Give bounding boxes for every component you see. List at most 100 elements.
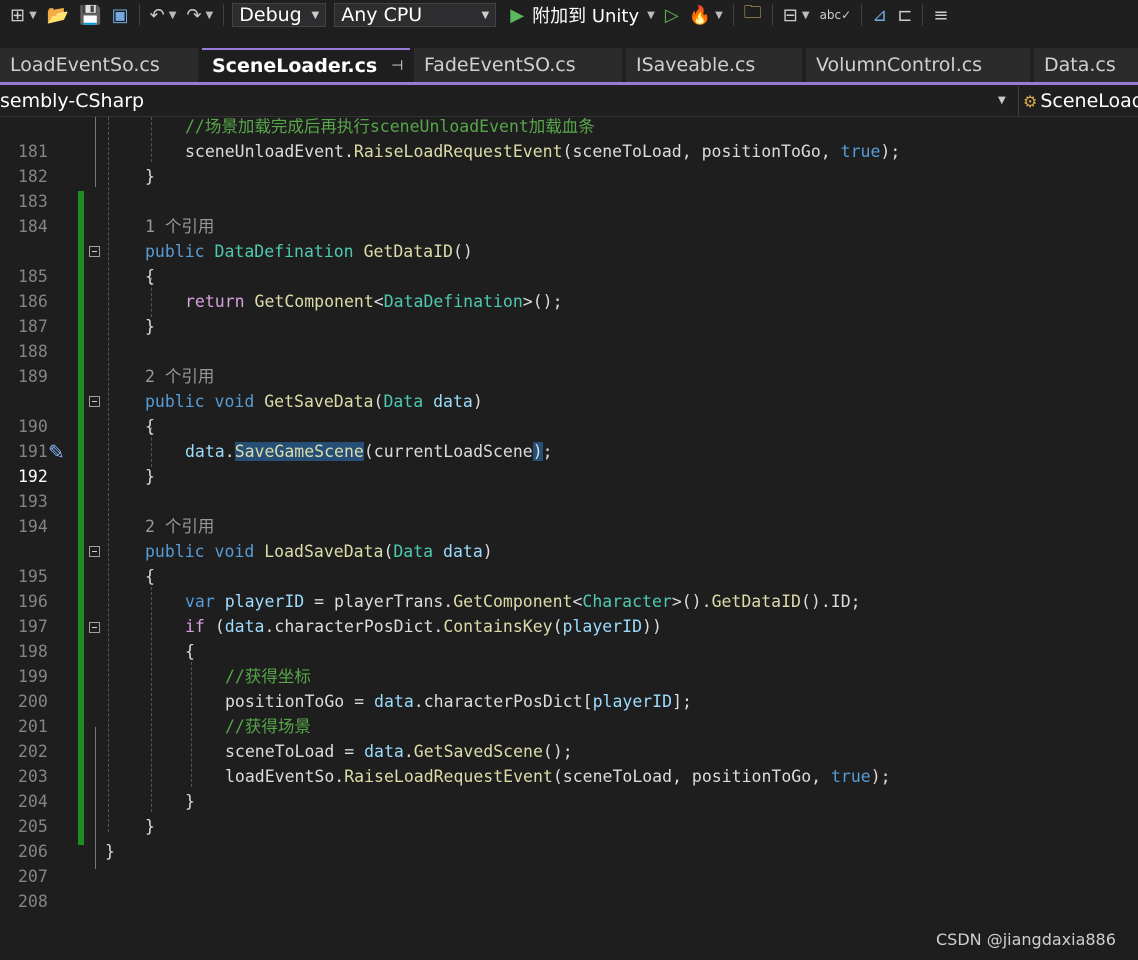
comment: //场景加载完成后再执行sceneUnloadEvent加载血条 bbox=[185, 117, 595, 136]
chevron-down-icon: ▼ bbox=[311, 9, 320, 21]
code-line[interactable]: 194 bbox=[0, 489, 1138, 536]
overflow-icon[interactable]: ≡ bbox=[933, 5, 948, 26]
code-line[interactable]: 190 public void GetSaveData(Data data) bbox=[0, 389, 1138, 436]
code-text: } bbox=[145, 317, 155, 336]
code-line[interactable]: 196 { bbox=[0, 564, 1138, 611]
main-toolbar: ⊞ ▼ 📂 💾 ▣ ↶ ▼ ↷ ▼ Debug ▼ Any CPU ▼ ▶ 附加到 U… bbox=[0, 0, 1138, 30]
toolbar-separator bbox=[732, 4, 734, 26]
hot-reload-icon[interactable]: 🔥 ▼ bbox=[689, 5, 723, 26]
tab-sceneloader[interactable]: SceneLoader.cs ⊣ ✕ bbox=[202, 48, 430, 82]
code-line[interactable]: 206 } bbox=[0, 814, 1138, 861]
attach-unity-button[interactable]: 附加到 Unity bbox=[532, 2, 639, 28]
code-line[interactable]: 197 var playerID = playerTrans.GetCompon… bbox=[0, 589, 1138, 636]
spell-check-icon[interactable]: abc✓ bbox=[820, 8, 852, 22]
comment: //获得坐标 bbox=[225, 667, 311, 686]
code-text: public void GetSaveData(Data data) bbox=[145, 392, 483, 411]
code-text: var playerID = playerTrans.GetComponent<… bbox=[185, 592, 861, 611]
code-line[interactable]: 200 //获得坐标 bbox=[0, 664, 1138, 711]
code-text: public void LoadSaveData(Data data) bbox=[145, 542, 493, 561]
tab-label: FadeEventSO.cs bbox=[424, 54, 576, 76]
save-icon[interactable]: 💾 bbox=[79, 5, 101, 26]
code-text: { bbox=[145, 267, 155, 286]
find-in-files-icon[interactable]: 🗀 bbox=[744, 0, 762, 30]
code-line[interactable]: 202 //获得场景 bbox=[0, 714, 1138, 761]
code-text: return GetComponent<DataDefination>(); bbox=[185, 292, 563, 311]
line-number: 189 bbox=[18, 367, 48, 386]
project-dropdown[interactable]: sembly-CSharp bbox=[0, 90, 144, 112]
code-line[interactable]: 186 { bbox=[0, 264, 1138, 311]
code-line[interactable]: 208 bbox=[0, 864, 1138, 911]
code-text: loadEventSo.RaiseLoadRequestEvent(sceneT… bbox=[225, 767, 891, 786]
tab-data[interactable]: Data.cs bbox=[1034, 48, 1138, 82]
new-project-icon[interactable]: ⊞ ▼ bbox=[10, 5, 37, 26]
tab-accent-line bbox=[0, 82, 1138, 85]
code-text: data.SaveGameScene(currentLoadScene); bbox=[185, 442, 553, 461]
navigation-bar: sembly-CSharp ▼ ⚙ SceneLoad bbox=[0, 86, 1138, 117]
code-line[interactable]: 184 bbox=[0, 189, 1138, 236]
code-text: if (data.characterPosDict.ContainsKey(pl… bbox=[185, 617, 662, 636]
toolbar-separator bbox=[771, 4, 773, 26]
chevron-down-icon: ▼ bbox=[481, 9, 490, 21]
chevron-down-icon[interactable]: ▼ bbox=[647, 10, 655, 21]
reference-count[interactable]: 2 个引用 bbox=[145, 514, 214, 539]
code-editor[interactable]: 181 //场景加载完成后再执行sceneUnloadEvent加载血条 182… bbox=[0, 117, 1138, 960]
configuration-value: Debug bbox=[239, 4, 302, 26]
tab-fadeeventso[interactable]: FadeEventSO.cs bbox=[414, 48, 622, 82]
quick-actions-icon[interactable]: ✎ bbox=[48, 440, 65, 464]
code-line[interactable]: 207 } bbox=[0, 839, 1138, 886]
tab-label: SceneLoader.cs bbox=[212, 55, 378, 77]
tab-volumncontrol[interactable]: VolumnControl.cs bbox=[806, 48, 1030, 82]
code-line[interactable]: 195 public void LoadSaveData(Data data) bbox=[0, 539, 1138, 586]
code-line[interactable]: 189 bbox=[0, 339, 1138, 386]
code-text: sceneToLoad = data.GetSavedScene(); bbox=[225, 742, 573, 761]
code-text: } bbox=[105, 842, 115, 861]
format-icon[interactable]: ⊿ bbox=[872, 5, 887, 26]
tab-label: ISaveable.cs bbox=[636, 54, 756, 76]
code-text: { bbox=[145, 567, 155, 586]
code-line[interactable]: 188 } bbox=[0, 314, 1138, 361]
undo-icon[interactable]: ↶ ▼ bbox=[150, 5, 177, 26]
start-debug-icon[interactable]: ▶ bbox=[510, 5, 524, 26]
reference-count[interactable]: 2 个引用 bbox=[145, 364, 214, 389]
pin-icon[interactable]: ⊣ bbox=[391, 58, 403, 74]
toolbar-separator bbox=[138, 4, 140, 26]
save-all-icon[interactable]: ▣ bbox=[112, 5, 129, 26]
code-line[interactable]: 185 public DataDefination GetDataID() bbox=[0, 239, 1138, 286]
code-line[interactable]: 182 sceneUnloadEvent.RaiseLoadRequestEve… bbox=[0, 139, 1138, 186]
code-line[interactable]: 191 { bbox=[0, 414, 1138, 461]
code-line[interactable]: 205 } bbox=[0, 789, 1138, 836]
open-folder-icon[interactable]: 📂 bbox=[47, 5, 69, 26]
code-line[interactable]: 201 positionToGo = data.characterPosDict… bbox=[0, 689, 1138, 736]
class-icon: ⚙ bbox=[1023, 91, 1038, 111]
platform-select[interactable]: Any CPU ▼ bbox=[334, 3, 497, 27]
code-text: sceneUnloadEvent.RaiseLoadRequestEvent(s… bbox=[185, 142, 901, 161]
code-line[interactable]: 193 } bbox=[0, 464, 1138, 511]
code-line[interactable]: 199 { bbox=[0, 639, 1138, 686]
redo-icon[interactable]: ↷ ▼ bbox=[186, 5, 213, 26]
toolbar-separator bbox=[223, 4, 225, 26]
code-text: } bbox=[145, 167, 155, 186]
chevron-down-icon[interactable]: ▼ bbox=[998, 95, 1006, 106]
code-line[interactable]: 187 return GetComponent<DataDefination>(… bbox=[0, 289, 1138, 336]
tab-loadeventso[interactable]: LoadEventSo.cs bbox=[0, 48, 198, 82]
line-number: 208 bbox=[18, 892, 48, 911]
code-line[interactable]: 204 loadEventSo.RaiseLoadRequestEvent(sc… bbox=[0, 764, 1138, 811]
code-text: } bbox=[185, 792, 195, 811]
line-number: 184 bbox=[18, 217, 48, 236]
reference-count[interactable]: 1 个引用 bbox=[145, 214, 214, 239]
window-layout-icon[interactable]: ⊟ ▼ bbox=[783, 5, 810, 26]
code-line[interactable]: 183 } bbox=[0, 164, 1138, 211]
code-line[interactable]: 198 if (data.characterPosDict.ContainsKe… bbox=[0, 614, 1138, 661]
bookmark-icon[interactable]: ⊏ bbox=[897, 5, 912, 26]
tab-isaveable[interactable]: ISaveable.cs bbox=[626, 48, 802, 82]
toolbar-separator bbox=[861, 4, 863, 26]
tab-label: LoadEventSo.cs bbox=[10, 54, 160, 76]
configuration-select[interactable]: Debug ▼ bbox=[232, 3, 327, 27]
code-text: } bbox=[145, 817, 155, 836]
start-without-debug-icon[interactable]: ▷ bbox=[665, 5, 679, 26]
code-line[interactable]: 203 sceneToLoad = data.GetSavedScene(); bbox=[0, 739, 1138, 786]
code-line[interactable]: 192 data.SaveGameScene(currentLoadScene)… bbox=[0, 439, 1138, 486]
line-number: 194 bbox=[18, 517, 48, 536]
code-line[interactable]: 181 //场景加载完成后再执行sceneUnloadEvent加载血条 bbox=[0, 114, 1138, 161]
member-dropdown[interactable]: ⚙ SceneLoad bbox=[1018, 86, 1138, 116]
